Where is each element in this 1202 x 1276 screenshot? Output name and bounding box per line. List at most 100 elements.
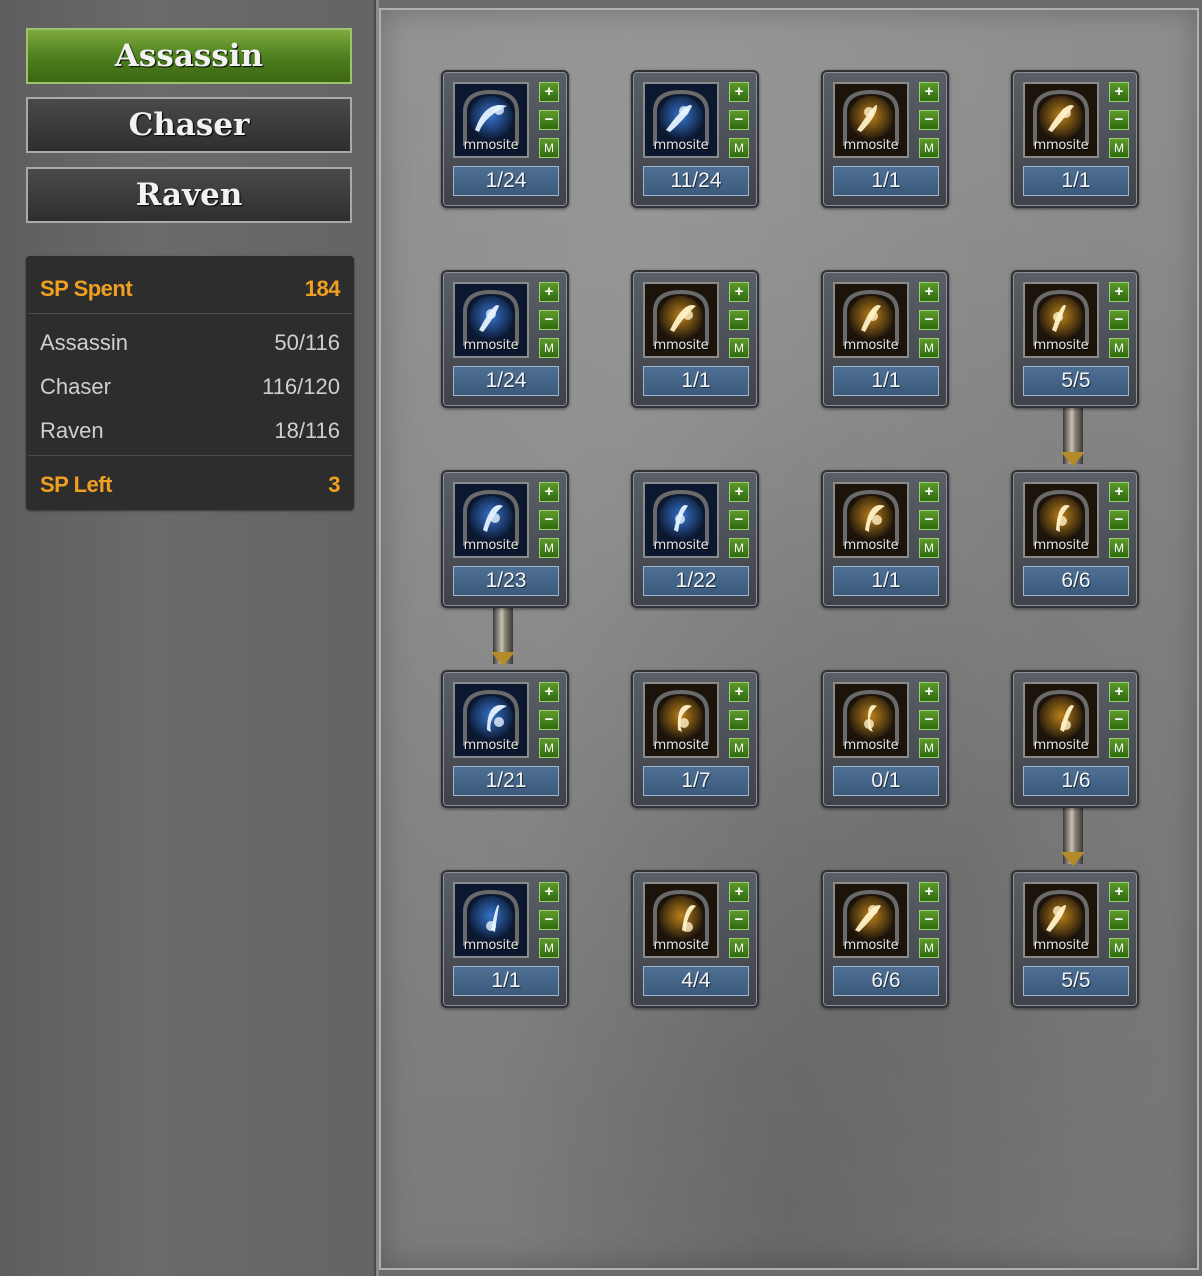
mp-burst-icon: mmosite — [833, 882, 909, 958]
skill-max-button[interactable]: M — [1109, 138, 1129, 158]
skill-decrease-button[interactable]: − — [919, 310, 939, 330]
skill-level: 5/5 — [1023, 966, 1129, 996]
skill-level: 1/7 — [643, 766, 749, 796]
skill-level: 1/6 — [1023, 766, 1129, 796]
skill-decrease-button[interactable]: − — [919, 110, 939, 130]
skill-increase-button[interactable]: + — [919, 882, 939, 902]
sp-row-value: 50/116 — [274, 330, 340, 355]
skill-increase-button[interactable]: + — [1109, 682, 1129, 702]
skill-max-button[interactable]: M — [729, 738, 749, 758]
skill-increase-button[interactable]: + — [729, 482, 749, 502]
skill-increase-button[interactable]: + — [919, 482, 939, 502]
skill-increase-button[interactable]: + — [919, 682, 939, 702]
skill-max-button[interactable]: M — [539, 938, 559, 958]
skill-slot[interactable]: mmosite + − M 1/24 — [441, 70, 569, 208]
skill-max-button[interactable]: M — [729, 538, 749, 558]
skill-decrease-button[interactable]: − — [919, 710, 939, 730]
skill-max-button[interactable]: M — [919, 538, 939, 558]
skill-increase-button[interactable]: + — [539, 882, 559, 902]
skill-max-button[interactable]: M — [729, 338, 749, 358]
skill-slot[interactable]: mmosite + − M 1/7 — [631, 670, 759, 808]
skill-max-button[interactable]: M — [729, 138, 749, 158]
sp-left-label: SP Left — [40, 472, 112, 497]
tab-raven[interactable]: Raven — [26, 167, 352, 223]
skill-decrease-button[interactable]: − — [729, 110, 749, 130]
skill-max-button[interactable]: M — [919, 138, 939, 158]
skill-decrease-button[interactable]: − — [1109, 710, 1129, 730]
tab-chaser[interactable]: Chaser — [26, 97, 352, 153]
skill-max-button[interactable]: M — [539, 138, 559, 158]
skill-max-button[interactable]: M — [1109, 738, 1129, 758]
skill-decrease-button[interactable]: − — [919, 910, 939, 930]
skill-slot[interactable]: mmosite + − M 5/5 — [1011, 270, 1139, 408]
skill-decrease-button[interactable]: − — [539, 110, 559, 130]
skill-decrease-button[interactable]: − — [539, 510, 559, 530]
skill-increase-button[interactable]: + — [539, 82, 559, 102]
skill-max-button[interactable]: M — [1109, 338, 1129, 358]
skill-increase-button[interactable]: + — [539, 282, 559, 302]
skill-slot[interactable]: mmosite + − M 11/24 — [631, 70, 759, 208]
skill-max-button[interactable]: M — [919, 738, 939, 758]
skill-decrease-button[interactable]: − — [729, 910, 749, 930]
icon-watermark: mmosite — [463, 538, 519, 553]
skill-slot[interactable]: mmosite + − M 0/1 — [821, 670, 949, 808]
skill-decrease-button[interactable]: − — [539, 310, 559, 330]
skill-decrease-button[interactable]: − — [1109, 910, 1129, 930]
skill-decrease-button[interactable]: − — [1109, 510, 1129, 530]
skill-level: 6/6 — [1023, 566, 1129, 596]
skill-increase-button[interactable]: + — [919, 282, 939, 302]
skill-slot[interactable]: mmosite + − M 5/5 — [1011, 870, 1139, 1008]
skill-slot[interactable]: mmosite + − M 1/24 — [441, 270, 569, 408]
sp-row-raven: Raven 18/116 — [40, 416, 340, 446]
blade-slash-icon: mmosite — [453, 82, 529, 158]
skill-slot[interactable]: mmosite + − M 1/1 — [821, 270, 949, 408]
mp-explosion-icon: mmosite — [1023, 882, 1099, 958]
skill-decrease-button[interactable]: − — [539, 710, 559, 730]
skill-level: 1/1 — [453, 966, 559, 996]
skill-max-button[interactable]: M — [919, 938, 939, 958]
skill-decrease-button[interactable]: − — [919, 510, 939, 530]
skill-slot[interactable]: mmosite + − M 1/1 — [821, 470, 949, 608]
icon-watermark: mmosite — [1033, 538, 1089, 553]
skill-increase-button[interactable]: + — [729, 282, 749, 302]
skill-slot[interactable]: mmosite + − M 1/1 — [441, 870, 569, 1008]
skill-slot[interactable]: mmosite + − M 1/23 — [441, 470, 569, 608]
skill-slot[interactable]: mmosite + − M 1/22 — [631, 470, 759, 608]
icon-watermark: mmosite — [653, 338, 709, 353]
prerequisite-arrow — [1061, 808, 1085, 866]
skill-max-button[interactable]: M — [919, 338, 939, 358]
skill-max-button[interactable]: M — [729, 938, 749, 958]
skill-increase-button[interactable]: + — [1109, 882, 1129, 902]
skill-slot[interactable]: mmosite + − M 1/21 — [441, 670, 569, 808]
kick-icon: mmosite — [833, 682, 909, 758]
skill-slot[interactable]: mmosite + − M 1/1 — [821, 70, 949, 208]
skill-increase-button[interactable]: + — [539, 682, 559, 702]
skill-slot[interactable]: mmosite + − M 6/6 — [1011, 470, 1139, 608]
skill-increase-button[interactable]: + — [1109, 482, 1129, 502]
skill-slot[interactable]: mmosite + − M 1/6 — [1011, 670, 1139, 808]
skill-decrease-button[interactable]: − — [1109, 310, 1129, 330]
skill-max-button[interactable]: M — [1109, 538, 1129, 558]
skill-max-button[interactable]: M — [539, 338, 559, 358]
skill-increase-button[interactable]: + — [539, 482, 559, 502]
icon-watermark: mmosite — [843, 938, 899, 953]
skill-decrease-button[interactable]: − — [1109, 110, 1129, 130]
skill-increase-button[interactable]: + — [729, 682, 749, 702]
skill-max-button[interactable]: M — [539, 538, 559, 558]
skill-increase-button[interactable]: + — [919, 82, 939, 102]
skill-increase-button[interactable]: + — [1109, 282, 1129, 302]
skill-slot[interactable]: mmosite + − M 1/1 — [631, 270, 759, 408]
skill-decrease-button[interactable]: − — [729, 510, 749, 530]
skill-increase-button[interactable]: + — [1109, 82, 1129, 102]
skill-decrease-button[interactable]: − — [729, 310, 749, 330]
skill-slot[interactable]: mmosite + − M 6/6 — [821, 870, 949, 1008]
skill-slot[interactable]: mmosite + − M 4/4 — [631, 870, 759, 1008]
skill-decrease-button[interactable]: − — [539, 910, 559, 930]
skill-increase-button[interactable]: + — [729, 82, 749, 102]
skill-decrease-button[interactable]: − — [729, 710, 749, 730]
skill-slot[interactable]: mmosite + − M 1/1 — [1011, 70, 1139, 208]
skill-max-button[interactable]: M — [539, 738, 559, 758]
tab-assassin[interactable]: Assassin — [26, 28, 352, 84]
skill-increase-button[interactable]: + — [729, 882, 749, 902]
skill-max-button[interactable]: M — [1109, 938, 1129, 958]
